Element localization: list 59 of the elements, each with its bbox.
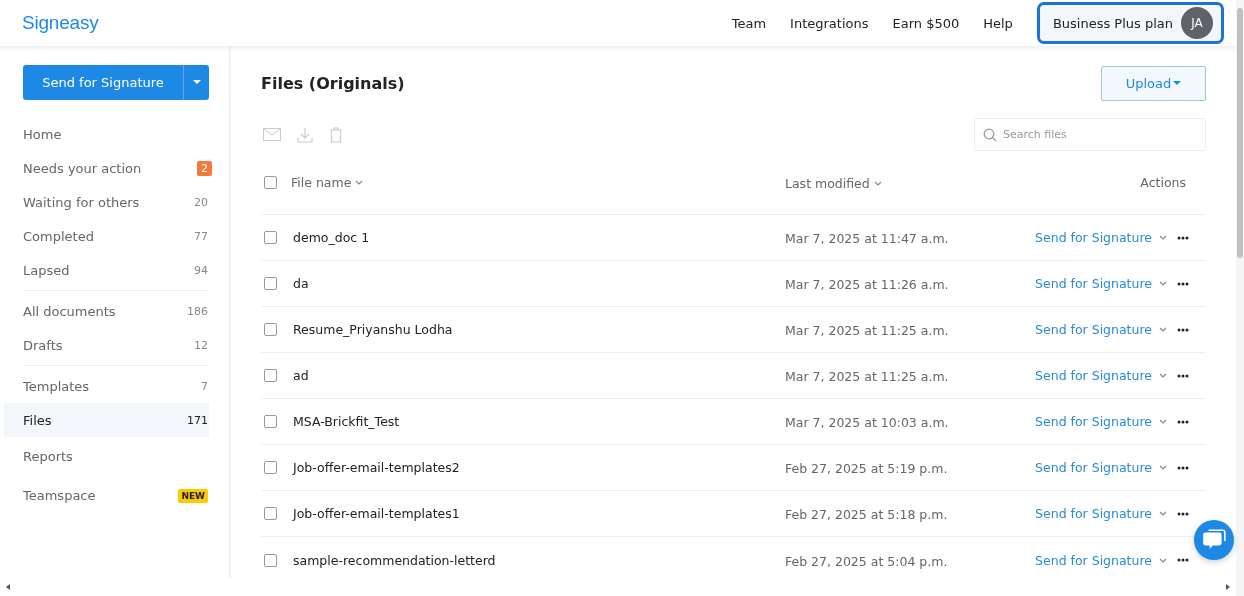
sidebar-item[interactable]: Templates 7	[4, 369, 209, 403]
modified-date: Mar 7, 2025 at 11:47 a.m.	[785, 231, 949, 246]
nav-link[interactable]: Help	[981, 11, 1015, 35]
file-name[interactable]: ad	[291, 368, 309, 383]
file-name[interactable]: Job-offer-email-templates1	[291, 506, 460, 521]
file-name[interactable]: MSA-Brickfit_Test	[291, 414, 400, 429]
send-for-signature-link[interactable]: Send for Signature	[1035, 552, 1152, 568]
search-field[interactable]: Search files	[974, 118, 1206, 151]
send-for-signature-button[interactable]: Send for Signature	[23, 65, 183, 100]
send-for-signature-link[interactable]: Send for Signature	[1035, 322, 1152, 337]
sidebar-item[interactable]: Lapsed 94	[4, 253, 209, 287]
plan-label: Business Plus plan	[1052, 15, 1173, 31]
column-header[interactable]: File name	[291, 175, 364, 190]
modified-date: Mar 7, 2025 at 11:25 a.m.	[785, 369, 949, 384]
modified-date: Feb 27, 2025 at 5:04 p.m.	[785, 553, 948, 569]
send-for-signature-link[interactable]: Send for Signature	[1035, 368, 1152, 383]
avatar: JA	[1181, 7, 1213, 39]
send-for-signature-link[interactable]: Send for Signature	[1035, 276, 1152, 291]
badge: NEW	[178, 488, 208, 503]
modified-date: Mar 7, 2025 at 11:26 a.m.	[785, 277, 949, 292]
column-header[interactable]: Last modified	[785, 176, 882, 191]
sidebar-item[interactable]: Teamspace NEW	[4, 476, 209, 515]
item-count: 171	[187, 413, 208, 427]
item-count: 77	[194, 229, 208, 243]
column-header: Actions	[1140, 175, 1186, 190]
modified-date: Feb 27, 2025 at 5:19 p.m.	[785, 461, 948, 476]
send-for-signature-link[interactable]: Send for Signature	[1035, 506, 1152, 521]
item-count: 20	[194, 195, 208, 209]
sidebar-item[interactable]: Completed 77	[4, 219, 209, 253]
send-for-signature-link[interactable]: Send for Signature	[1035, 460, 1152, 475]
item-count: 186	[187, 304, 208, 318]
sidebar-item[interactable]: Drafts 12	[4, 328, 209, 362]
sidebar-item[interactable]: Files 171	[4, 403, 209, 437]
page-title: Files (Originals)	[261, 74, 405, 93]
nav-link[interactable]: Team	[729, 11, 769, 35]
file-name[interactable]: Resume_Priyanshu Lodha	[291, 322, 453, 337]
file-name[interactable]: da	[291, 276, 309, 291]
modified-date: Mar 7, 2025 at 11:25 a.m.	[785, 323, 949, 338]
sidebar-item[interactable]: Home	[4, 117, 209, 151]
plan-button[interactable]: Business Plus plan JA	[1036, 2, 1224, 44]
file-name[interactable]: sample-recommendation-letterd	[291, 552, 496, 568]
nav-link[interactable]: Earn $500	[890, 11, 962, 35]
modified-date: Mar 7, 2025 at 10:03 a.m.	[785, 415, 949, 430]
nav-link[interactable]: Integrations	[788, 11, 871, 35]
item-count: 94	[194, 263, 208, 277]
file-name[interactable]: Job-offer-email-templates2	[291, 460, 460, 475]
sidebar-item[interactable]: All documents 186	[4, 294, 209, 328]
sidebar-item[interactable]: Reports	[4, 437, 209, 476]
logo[interactable]: Signeasy	[22, 12, 99, 34]
badge: 2	[197, 160, 212, 176]
file-name[interactable]: demo_doc 1	[291, 230, 370, 245]
upload-button[interactable]: Upload	[1101, 66, 1206, 101]
item-count: 7	[201, 379, 208, 393]
send-for-signature-link[interactable]: Send for Signature	[1035, 414, 1152, 429]
sidebar-item[interactable]: Needs your action 2	[4, 151, 209, 185]
sidebar-item[interactable]: Waiting for others 20	[4, 185, 209, 219]
modified-date: Feb 27, 2025 at 5:18 p.m.	[785, 507, 948, 522]
item-count: 12	[194, 338, 208, 352]
send-for-signature-link[interactable]: Send for Signature	[1035, 230, 1152, 245]
